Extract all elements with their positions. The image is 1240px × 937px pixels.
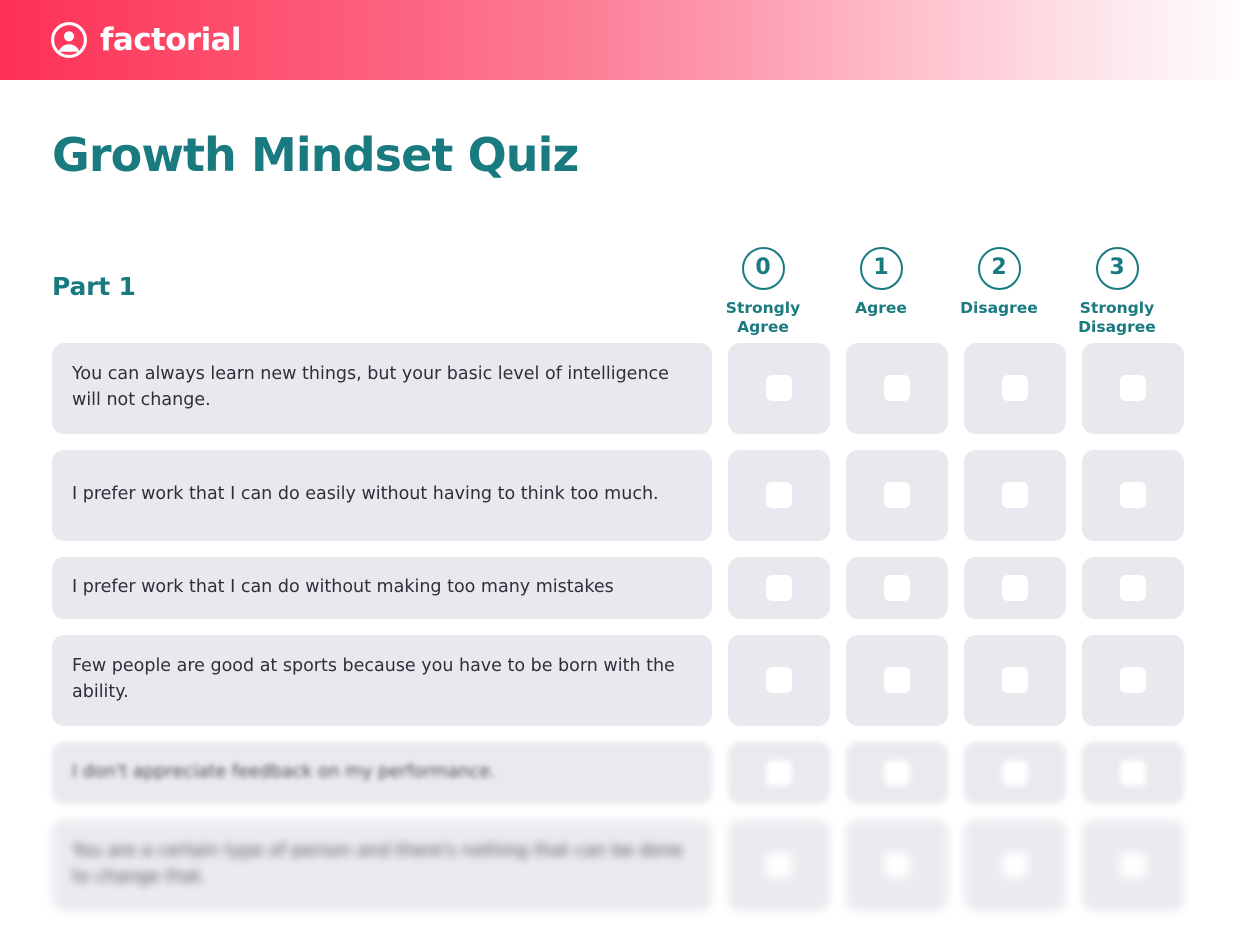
scale-label-0: Strongly Agree — [725, 298, 801, 336]
scale-value-2: 2 — [977, 246, 1021, 290]
answer-cell-0[interactable] — [728, 342, 830, 434]
scale-label-3: Strongly Disagree — [1078, 298, 1156, 336]
question-text: I don't appreciate feedback on my perfor… — [52, 741, 712, 804]
answer-cell-1[interactable] — [846, 449, 948, 541]
scale-column-2: 2 Disagree — [948, 246, 1050, 337]
table-row: I don't appreciate feedback on my perfor… — [52, 741, 1188, 804]
checkbox-icon[interactable] — [766, 667, 792, 694]
question-text: I prefer work that I can do without maki… — [52, 556, 712, 619]
question-text: You can always learn new things, but you… — [52, 342, 712, 434]
checkbox-icon[interactable] — [884, 375, 910, 402]
scale-label-2: Disagree — [960, 298, 1038, 317]
checkbox-icon[interactable] — [884, 482, 910, 509]
checkbox-icon[interactable] — [1002, 852, 1028, 879]
answer-cell-1[interactable] — [846, 342, 948, 434]
answer-cell-3[interactable] — [1082, 449, 1184, 541]
answer-cells — [728, 556, 1188, 619]
answer-cell-2[interactable] — [964, 634, 1066, 726]
answer-cells — [728, 819, 1188, 911]
checkbox-icon[interactable] — [1002, 667, 1028, 694]
answer-cell-0[interactable] — [728, 819, 830, 911]
answer-cells — [728, 342, 1188, 434]
answer-cell-2[interactable] — [964, 342, 1066, 434]
answer-cell-3[interactable] — [1082, 741, 1184, 804]
answer-cell-1[interactable] — [846, 556, 948, 619]
scale-column-0: 0 Strongly Agree — [712, 246, 814, 337]
question-text: I prefer work that I can do easily witho… — [52, 449, 712, 541]
answer-cells — [728, 634, 1188, 726]
answer-cell-3[interactable] — [1082, 556, 1184, 619]
answer-cell-3[interactable] — [1082, 634, 1184, 726]
answer-cell-2[interactable] — [964, 556, 1066, 619]
table-row: You are a certain type of person and the… — [52, 819, 1188, 911]
answer-cell-2[interactable] — [964, 449, 1066, 541]
checkbox-icon[interactable] — [766, 852, 792, 879]
answer-cells — [728, 741, 1188, 804]
brand-name: factorial — [100, 21, 242, 58]
answer-cell-3[interactable] — [1082, 819, 1184, 911]
page-body: Growth Mindset Quiz Part 1 0 Strongly Ag… — [0, 130, 1240, 911]
app-header: factorial — [0, 0, 1240, 80]
table-row: You can always learn new things, but you… — [52, 342, 1188, 434]
scale-columns: 0 Strongly Agree 1 Agree 2 Disagree 3 St… — [712, 246, 1188, 337]
answer-cell-2[interactable] — [964, 819, 1066, 911]
checkbox-icon[interactable] — [1120, 375, 1146, 402]
checkbox-icon[interactable] — [1120, 759, 1146, 786]
answer-cell-1[interactable] — [846, 741, 948, 804]
checkbox-icon[interactable] — [1120, 482, 1146, 509]
person-in-circle-icon — [51, 22, 87, 58]
answer-cell-3[interactable] — [1082, 342, 1184, 434]
quiz-scale-header: Part 1 0 Strongly Agree 1 Agree 2 Disagr… — [52, 225, 1188, 337]
checkbox-icon[interactable] — [884, 852, 910, 879]
scale-label-1: Agree — [855, 298, 907, 317]
answer-cell-0[interactable] — [728, 634, 830, 726]
answer-cell-1[interactable] — [846, 634, 948, 726]
answer-cell-0[interactable] — [728, 449, 830, 541]
checkbox-icon[interactable] — [766, 759, 792, 786]
scale-column-3: 3 Strongly Disagree — [1066, 246, 1168, 337]
table-row: Few people are good at sports because yo… — [52, 634, 1188, 726]
question-rows: You can always learn new things, but you… — [52, 342, 1188, 911]
checkbox-icon[interactable] — [1120, 667, 1146, 694]
checkbox-icon[interactable] — [1120, 852, 1146, 879]
quiz-table: Part 1 0 Strongly Agree 1 Agree 2 Disagr… — [52, 225, 1188, 911]
answer-cells — [728, 449, 1188, 541]
part-label: Part 1 — [52, 271, 136, 301]
checkbox-icon[interactable] — [884, 759, 910, 786]
table-row: I prefer work that I can do easily witho… — [52, 449, 1188, 541]
checkbox-icon[interactable] — [766, 375, 792, 402]
question-text: You are a certain type of person and the… — [52, 819, 712, 911]
question-text: Few people are good at sports because yo… — [52, 634, 712, 726]
scale-value-1: 1 — [859, 246, 903, 290]
checkbox-icon[interactable] — [884, 574, 910, 601]
checkbox-icon[interactable] — [1002, 574, 1028, 601]
answer-cell-0[interactable] — [728, 741, 830, 804]
answer-cell-2[interactable] — [964, 741, 1066, 804]
checkbox-icon[interactable] — [1002, 375, 1028, 402]
checkbox-icon[interactable] — [766, 574, 792, 601]
answer-cell-1[interactable] — [846, 819, 948, 911]
checkbox-icon[interactable] — [1002, 482, 1028, 509]
checkbox-icon[interactable] — [1002, 759, 1028, 786]
brand-lockup[interactable]: factorial — [50, 21, 242, 59]
checkbox-icon[interactable] — [766, 482, 792, 509]
scale-column-1: 1 Agree — [830, 246, 932, 337]
scale-value-0: 0 — [741, 246, 785, 290]
checkbox-icon[interactable] — [1120, 574, 1146, 601]
checkbox-icon[interactable] — [884, 667, 910, 694]
table-row: I prefer work that I can do without maki… — [52, 556, 1188, 619]
page-title: Growth Mindset Quiz — [52, 128, 579, 182]
scale-value-3: 3 — [1095, 246, 1139, 290]
answer-cell-0[interactable] — [728, 556, 830, 619]
